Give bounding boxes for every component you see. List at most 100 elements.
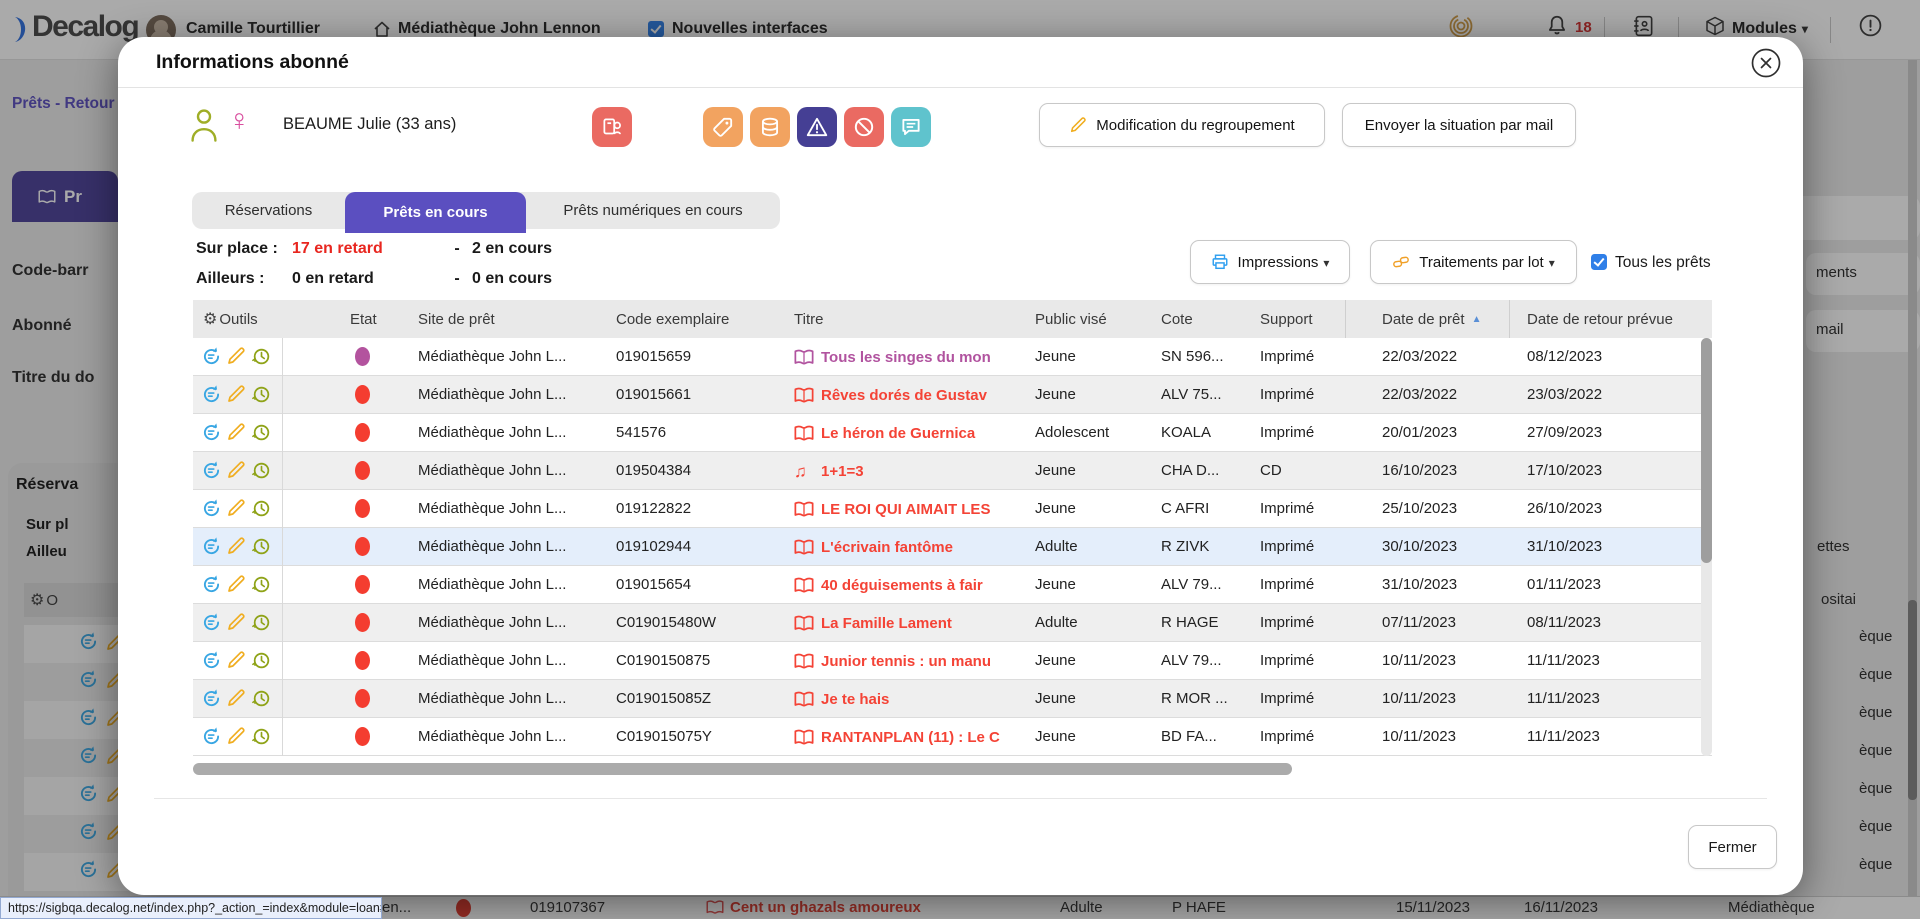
loan-cote: SN 596... [1161,338,1253,376]
loan-history-icon[interactable] [251,536,272,557]
edit-loan-icon[interactable] [226,346,247,367]
warning-badge[interactable] [797,107,837,147]
overdue-count: 0 en retard [292,270,442,288]
loan-title-link[interactable]: Le héron de Guernica [794,414,1031,452]
table-hscrollbar-thumb[interactable] [193,763,1292,775]
loan-title-link[interactable]: ♫ 1+1=3 [794,452,1031,490]
loan-site: Médiathèque John L... [418,642,608,680]
loan-history-icon[interactable] [251,384,272,405]
all-loans-checkbox[interactable] [1591,254,1607,270]
header-site[interactable]: Site de prêt [418,300,495,338]
loan-history-icon[interactable] [251,574,272,595]
header-due-date[interactable]: Date de retour prévue [1527,300,1673,338]
header-cote[interactable]: Cote [1161,300,1193,338]
loan-title-link[interactable]: RANTANPLAN (11) : Le C [794,718,1031,756]
header-support[interactable]: Support [1260,300,1313,338]
header-state[interactable]: Etat [350,300,377,338]
loans-tabbar: Réservations Prêts en cours Prêts numéri… [192,192,780,229]
loan-row[interactable]: Médiathèque John L... C019015480W La Fam… [193,604,1712,642]
close-icon[interactable] [1750,47,1782,79]
renew-loan-icon[interactable] [201,384,222,405]
loan-row[interactable]: Médiathèque John L... C0190150875 Junior… [193,642,1712,680]
renew-loan-icon[interactable] [201,422,222,443]
loan-barcode: C019015075Y [616,718,786,756]
edit-loan-icon[interactable] [226,726,247,747]
open-book-icon [794,728,814,746]
edit-loan-icon[interactable] [226,688,247,709]
header-audience[interactable]: Public visé [1035,300,1107,338]
renew-loan-icon[interactable] [201,346,222,367]
tags-badge[interactable] [703,107,743,147]
header-code[interactable]: Code exemplaire [616,300,729,338]
loan-history-icon[interactable] [251,346,272,367]
tab-current-loans[interactable]: Prêts en cours [345,192,526,233]
table-vscrollbar-thumb[interactable] [1701,338,1712,563]
print-menu-button[interactable]: Impressions [1190,240,1350,284]
open-book-icon [794,538,814,556]
loan-history-icon[interactable] [251,650,272,671]
loan-row[interactable]: Médiathèque John L... 019015654 40 dégui… [193,566,1712,604]
loan-state-dot [355,613,370,632]
loan-state-dot [355,385,370,404]
open-book-icon [794,424,814,442]
loan-history-icon[interactable] [251,498,272,519]
tab-reservations[interactable]: Réservations [192,192,345,229]
renew-loan-icon[interactable] [201,536,222,557]
loan-row[interactable]: Médiathèque John L... 019015659 Tous les… [193,338,1712,376]
loan-row[interactable]: Médiathèque John L... C019015085Z Je te … [193,680,1712,718]
loan-row[interactable]: Médiathèque John L... C019015075Y RANTAN… [193,718,1712,756]
header-loan-date-sorted[interactable]: Date de prêt [1382,300,1481,338]
loan-barcode: 019015659 [616,338,786,376]
edit-loan-icon[interactable] [226,612,247,633]
edit-loan-icon[interactable] [226,536,247,557]
edit-loan-icon[interactable] [226,650,247,671]
loan-row[interactable]: Médiathèque John L... 541576 Le héron de… [193,414,1712,452]
loan-history-icon[interactable] [251,688,272,709]
loan-history-icon[interactable] [251,612,272,633]
loan-history-icon[interactable] [251,726,272,747]
edit-loan-icon[interactable] [226,574,247,595]
loan-title-link[interactable]: L'écrivain fantôme [794,528,1031,566]
renew-loan-icon[interactable] [201,688,222,709]
message-badge[interactable] [891,107,931,147]
subscription-card-badge[interactable] [592,107,632,147]
edit-loan-icon[interactable] [226,460,247,481]
header-title[interactable]: Titre [794,300,823,338]
renew-loan-icon[interactable] [201,460,222,481]
due-date: 26/10/2023 [1527,490,1687,528]
renew-loan-icon[interactable] [201,612,222,633]
block-badge[interactable] [844,107,884,147]
loan-title-link[interactable]: Tous les singes du mon [794,338,1031,376]
send-mail-button[interactable]: Envoyer la situation par mail [1342,103,1576,147]
loan-history-icon[interactable] [251,422,272,443]
edit-loan-icon[interactable] [226,384,247,405]
loan-history-icon[interactable] [251,460,272,481]
loan-row[interactable]: Médiathèque John L... 019504384 ♫ 1+1=3 … [193,452,1712,490]
renew-loan-icon[interactable] [201,650,222,671]
close-dialog-button[interactable]: Fermer [1688,825,1777,869]
loan-title-link[interactable]: Rêves dorés de Gustav [794,376,1031,414]
header-tools: Outils [203,300,258,338]
edit-loan-icon[interactable] [226,422,247,443]
loan-row[interactable]: Médiathèque John L... 019015661 Rêves do… [193,376,1712,414]
edit-group-button[interactable]: Modification du regroupement [1039,103,1325,147]
tab-digital-loans[interactable]: Prêts numériques en cours [526,192,780,229]
renew-loan-icon[interactable] [201,726,222,747]
loan-title-link[interactable]: Junior tennis : un manu [794,642,1031,680]
loan-audience: Adulte [1035,528,1150,566]
column-divider [1345,300,1346,338]
loan-row[interactable]: Médiathèque John L... 019102944 L'écriva… [193,528,1712,566]
loan-title-link[interactable]: LE ROI QUI AIMAIT LES [794,490,1031,528]
renew-loan-icon[interactable] [201,574,222,595]
renew-loan-icon[interactable] [201,498,222,519]
loan-title-link[interactable]: 40 déguisements à fair [794,566,1031,604]
all-loans-label[interactable]: Tous les prêts [1615,254,1711,272]
database-badge[interactable] [750,107,790,147]
loan-title-link[interactable]: La Famille Lament [794,604,1031,642]
batch-menu-button[interactable]: Traitements par lot [1370,240,1577,284]
loan-support: Imprimé [1260,376,1375,414]
loan-row[interactable]: Médiathèque John L... 019122822 LE ROI Q… [193,490,1712,528]
loan-date: 07/11/2023 [1382,604,1517,642]
loan-title-link[interactable]: Je te hais [794,680,1031,718]
edit-loan-icon[interactable] [226,498,247,519]
